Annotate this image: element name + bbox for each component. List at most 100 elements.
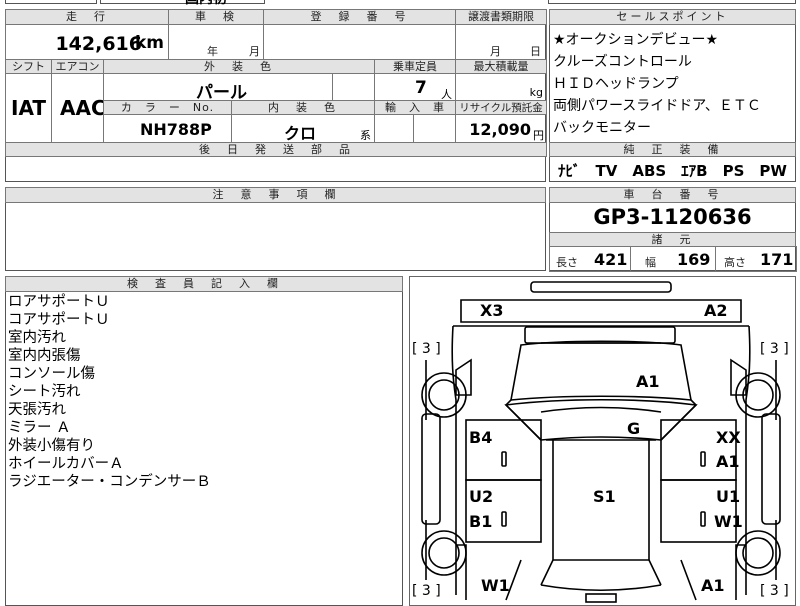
- colorno-value: NH788P: [140, 120, 212, 139]
- maxload-label: 最大積載量: [455, 59, 547, 74]
- transfer-month: 月: [490, 45, 501, 58]
- spec-width-label: 幅: [645, 256, 656, 269]
- notes-box: 注 意 事 項 欄: [5, 187, 546, 271]
- shift-label: シフト: [5, 59, 52, 74]
- damage-code-front-door-right-2: A1: [716, 452, 740, 471]
- damage-code-rear-right: A1: [701, 576, 725, 595]
- damage-code-rear-door-right-2: W1: [714, 512, 743, 531]
- chassis-box: 車 台 番 号 GP3-1120636 諸 元 長さ 421 幅 169 高さ …: [549, 187, 797, 272]
- mileage-label: 走 行: [5, 9, 169, 25]
- front-bumper: [530, 281, 672, 293]
- partial-title: 国内初: [185, 0, 227, 8]
- chassis-label: 車 台 番 号: [549, 187, 796, 203]
- damage-code-windshield: G: [627, 419, 641, 438]
- inspector-remark: 室内汚れ: [8, 330, 66, 346]
- info-grid: 走 行 車 検 登 録 番 号 譲渡書類期限 142,616 km 年 月 月 …: [5, 9, 547, 182]
- inspector-remark: 外装小傷有り: [8, 438, 95, 454]
- maxload-unit: kg: [529, 86, 543, 99]
- damage-code-front-panel-right: A2: [704, 301, 728, 320]
- bracket-rear-left: [ 3 ]: [412, 583, 441, 599]
- damage-code-rear-left: W1: [481, 576, 510, 595]
- spec-height-label: 高さ: [724, 256, 746, 269]
- spec-length-label: 長さ: [556, 256, 578, 269]
- transfer-cell: 月 日: [455, 24, 547, 60]
- bracket-front-right: [ 3 ]: [760, 341, 789, 357]
- interior-label: 内 装 色: [231, 100, 375, 115]
- chassis-number: GP3-1120636: [593, 205, 752, 229]
- import-label: 輸 入 車: [374, 100, 456, 115]
- interior-value: クロ: [284, 124, 317, 143]
- transfer-label: 譲渡書類期限: [455, 9, 547, 25]
- sales-line: ★オークションデビュー★: [553, 32, 719, 48]
- later-parts-label: 後 日 発 送 部 品: [5, 142, 547, 157]
- inspection-year: 年: [207, 45, 218, 58]
- bracket-rear-right: [ 3 ]: [760, 583, 789, 599]
- capacity-label: 乗車定員: [374, 59, 456, 74]
- inspection-label: 車 検: [168, 9, 264, 25]
- recycle-value: 12,090: [469, 120, 531, 139]
- sales-line: バックモニター: [553, 120, 651, 136]
- damage-code-rear-door-left-1: U2: [469, 487, 494, 506]
- inspector-remark: 天張汚れ: [8, 402, 66, 418]
- damage-diagram-box: [ 3 ] [ 3 ] [ 3 ] [ 3 ] X3 A2 A1 G B4 XX…: [409, 276, 796, 606]
- hood: [510, 340, 692, 401]
- inspector-remark: ラジエーター・コンデンサーＢ: [8, 474, 211, 490]
- damage-code-front-door-right-1: XX: [716, 428, 741, 447]
- shift-cell: IAT: [5, 73, 52, 143]
- inspection-cell: 年 月: [168, 24, 264, 60]
- specs-label: 諸 元: [549, 232, 796, 247]
- spec-height-value: 171: [760, 250, 794, 269]
- shift-value: IAT: [11, 96, 47, 120]
- spec-width: 幅 169: [630, 246, 716, 272]
- inspector-remark: ロアサポートＵ: [8, 294, 110, 310]
- registration-label: 登 録 番 号: [263, 9, 456, 25]
- sales-line: ＨＩＤヘッドランプ: [553, 76, 679, 92]
- aircon-label: エアコン: [51, 59, 104, 74]
- recycle-unit: 円: [533, 129, 544, 142]
- damage-code-front-panel-left: X3: [480, 301, 504, 320]
- sales-line: クルーズコントロール: [553, 54, 692, 70]
- inspector-label: 検 査 員 記 入 欄: [5, 276, 403, 292]
- registration-cell: [263, 24, 456, 60]
- damage-code-roof: S1: [593, 487, 616, 506]
- damage-code-front-door-left: B4: [469, 428, 493, 447]
- exterior-cell: パール: [103, 73, 333, 103]
- transfer-day: 日: [530, 45, 541, 58]
- equipment-label: 純 正 装 備: [549, 142, 796, 157]
- inspector-remark: コアサポートＵ: [8, 312, 110, 328]
- spec-width-value: 169: [677, 250, 711, 269]
- damage-code-rear-door-right-1: U1: [716, 487, 741, 506]
- damage-code-rear-door-left-2: B1: [469, 512, 493, 531]
- capacity-cell: 7 人: [374, 73, 456, 101]
- colorno-cell: NH788P: [103, 114, 232, 143]
- recycle-label: リサイクル預託金: [455, 100, 547, 115]
- spec-length: 長さ 421: [549, 246, 631, 272]
- mileage-cell: 142,616 km: [5, 24, 169, 60]
- sales-line: 両側パワースライドドア、ＥＴＣ: [553, 98, 761, 114]
- bracket-front-left: [ 3 ]: [412, 341, 441, 357]
- inspector-remark: コンソール傷: [8, 366, 95, 382]
- interior-cell: クロ 系: [231, 114, 375, 143]
- inspector-remark: ホイールカバーＡ: [8, 456, 124, 472]
- mileage-unit: km: [134, 33, 164, 53]
- inspector-remark: シート汚れ: [8, 384, 81, 400]
- inspector-remark: 室内内張傷: [8, 348, 81, 364]
- aircon-value: AAC: [60, 96, 106, 120]
- top-strip: 国内初: [0, 0, 800, 8]
- damage-code-hood: A1: [636, 372, 660, 391]
- colorno-label: カ ラ ー No.: [103, 100, 232, 115]
- equipment-items: ﾅﾋﾞ TV ABS ｴｱB PS PW: [558, 162, 787, 180]
- inspection-month: 月: [249, 45, 260, 58]
- mileage-value: 142,616: [55, 33, 142, 55]
- notes-label: 注 意 事 項 欄: [5, 187, 546, 203]
- spec-length-value: 421: [594, 250, 628, 269]
- inspector-remark: ミラー Ａ: [8, 420, 71, 436]
- capacity-value: 7: [415, 78, 427, 98]
- spec-height: 高さ 171: [715, 246, 797, 272]
- recycle-cell: 12,090 円: [455, 114, 547, 143]
- interior-suffix: 系: [360, 129, 371, 142]
- sales-label: セールスポイント: [549, 9, 796, 25]
- maxload-cell: kg: [455, 73, 547, 101]
- aircon-cell: AAC: [51, 73, 106, 143]
- exterior-label: 外 装 色: [103, 59, 375, 74]
